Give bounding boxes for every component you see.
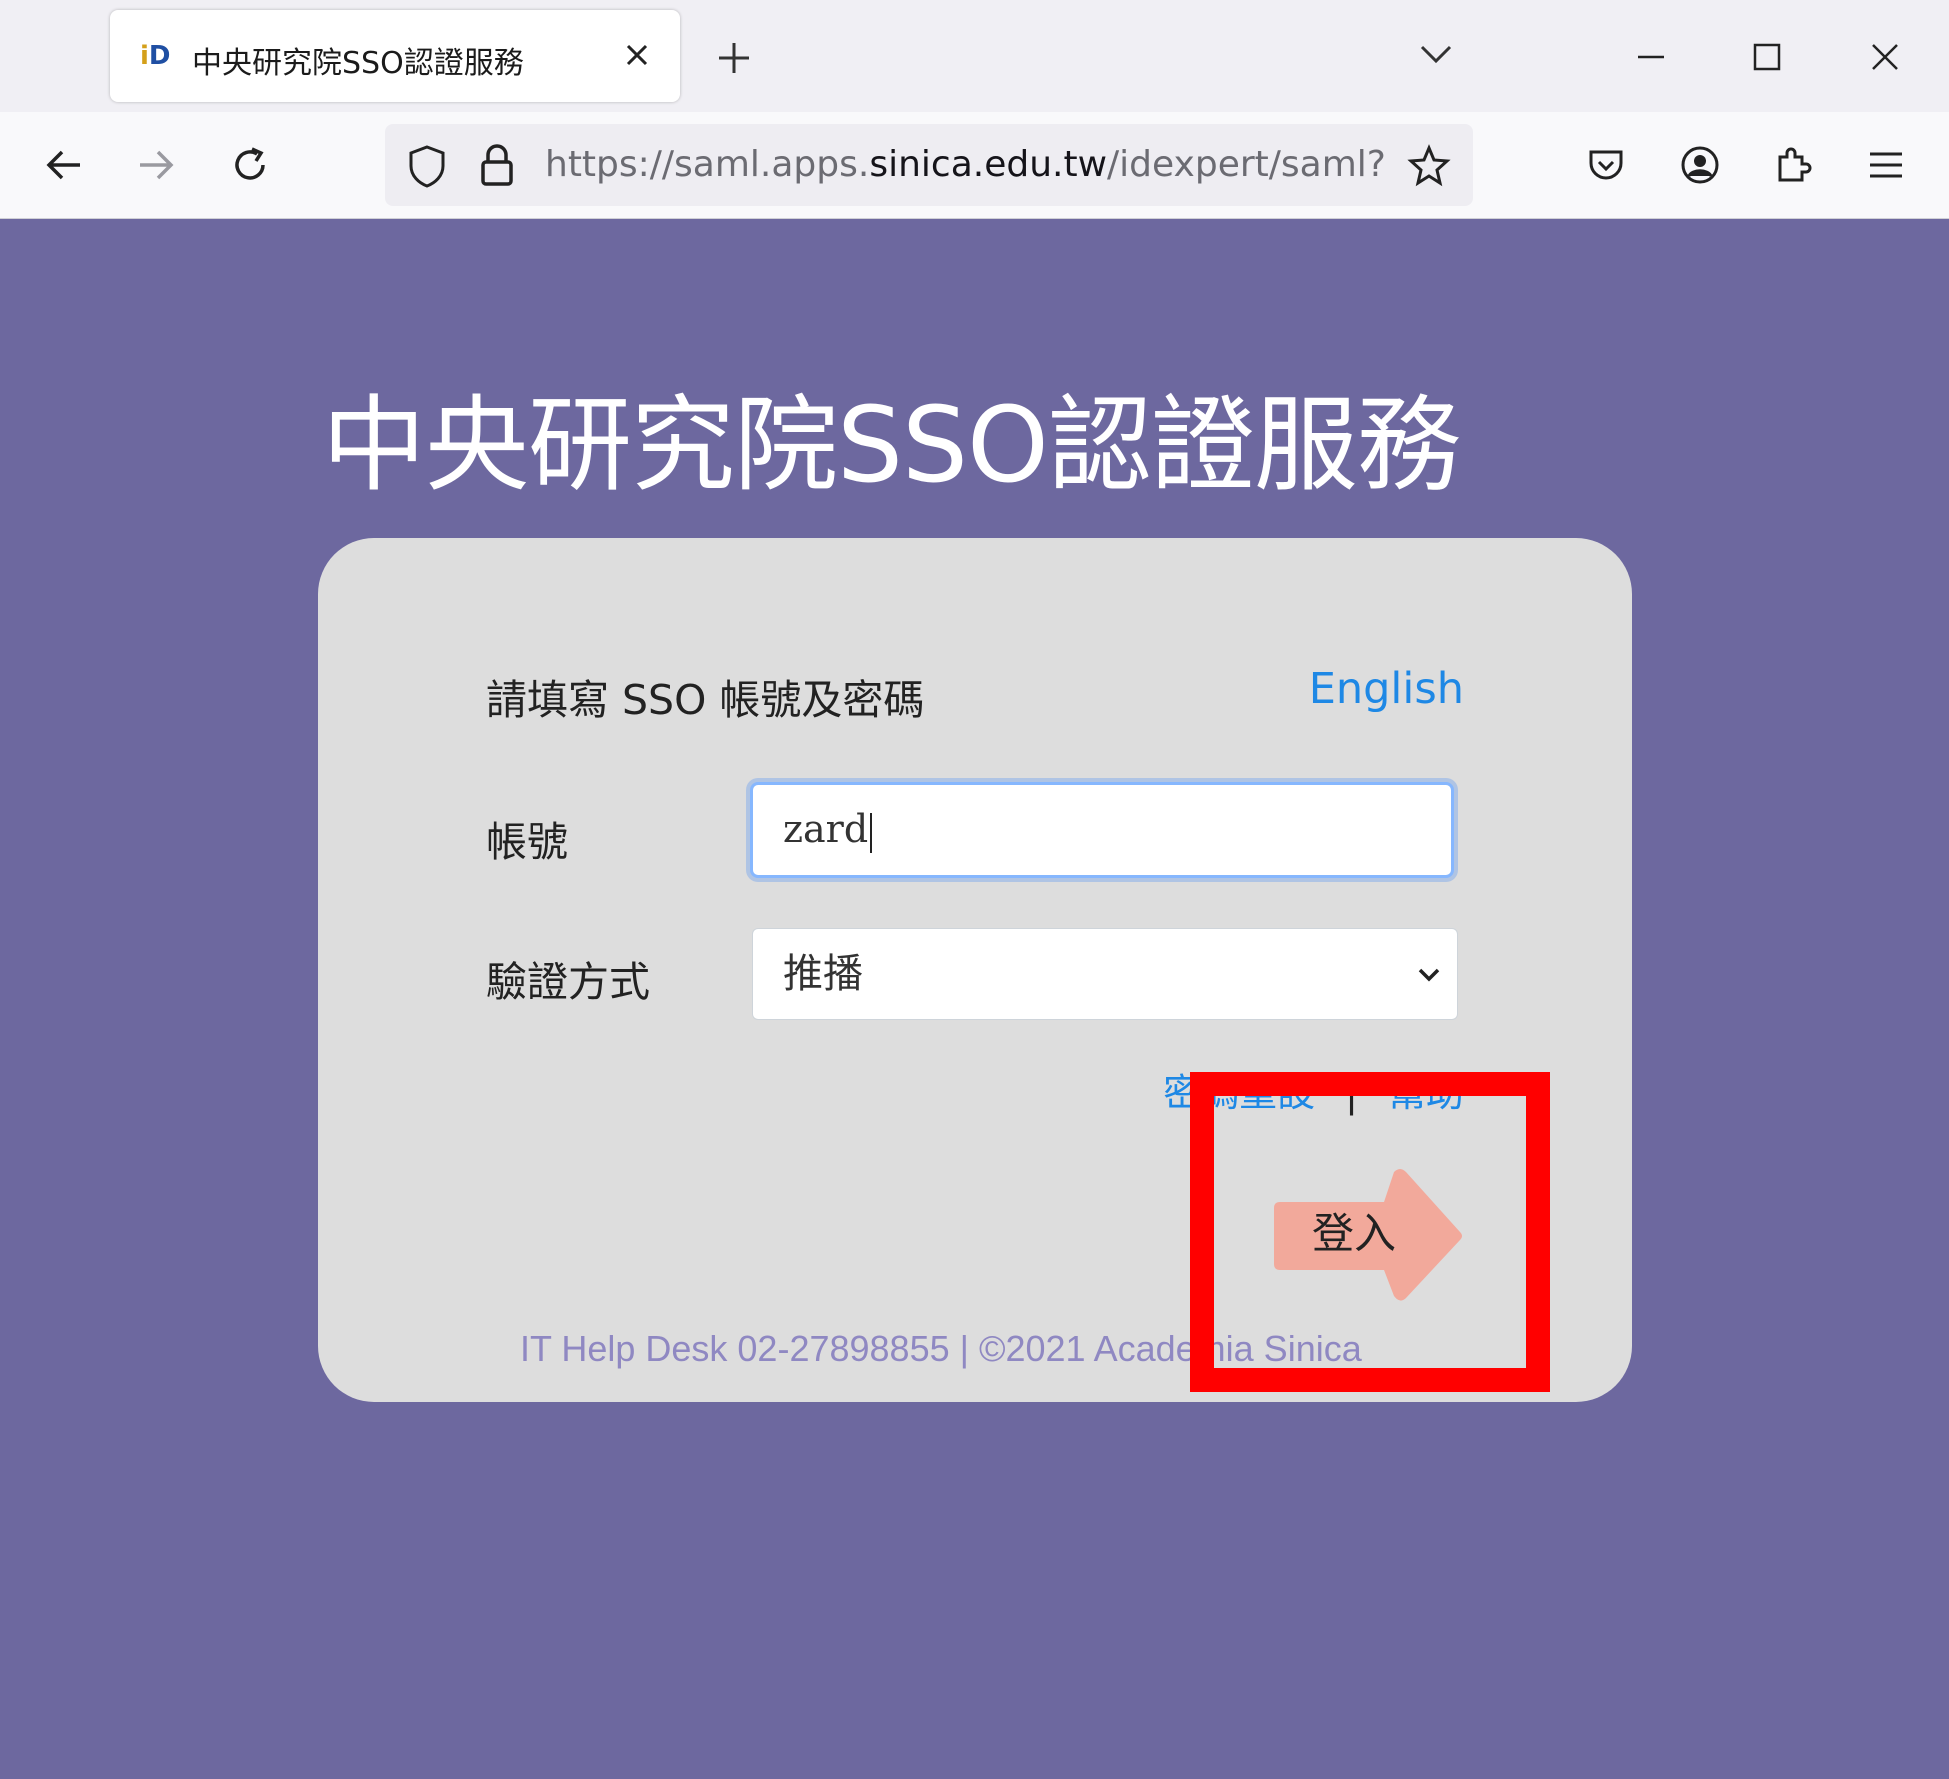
- chevron-down-icon[interactable]: [1418, 42, 1454, 66]
- selected-method: 推播: [783, 951, 863, 997]
- window-close-icon[interactable]: [1870, 42, 1900, 72]
- account-label: 帳號: [486, 818, 568, 866]
- text-caret: [870, 812, 873, 853]
- maximize-icon[interactable]: [1752, 42, 1782, 72]
- minimize-icon[interactable]: [1636, 42, 1666, 72]
- tab-bar: iD 中央研究院SSO認證服務: [0, 0, 1949, 112]
- verification-method-select[interactable]: 推播: [752, 928, 1458, 1020]
- lock-icon[interactable]: [479, 142, 515, 188]
- close-tab-icon[interactable]: [622, 40, 652, 70]
- url-text[interactable]: https://saml.apps.sinica.edu.tw/idexpert…: [545, 142, 1385, 188]
- login-prompt: 請填寫 SSO 帳號及密碼: [486, 676, 925, 724]
- verification-method-label: 驗證方式: [486, 958, 650, 1006]
- browser-tab[interactable]: iD 中央研究院SSO認證服務: [110, 10, 680, 102]
- address-bar[interactable]: https://saml.apps.sinica.edu.tw/idexpert…: [385, 124, 1473, 206]
- reload-icon[interactable]: [230, 145, 270, 185]
- menu-icon[interactable]: [1866, 145, 1906, 185]
- navigation-bar: https://saml.apps.sinica.edu.tw/idexpert…: [0, 112, 1949, 219]
- chevron-down-icon: [1418, 968, 1440, 982]
- back-arrow-icon[interactable]: [44, 145, 84, 185]
- bookmark-star-icon[interactable]: [1407, 144, 1451, 188]
- account-icon[interactable]: [1680, 145, 1720, 185]
- new-tab-icon[interactable]: [716, 40, 752, 76]
- tab-title: 中央研究院SSO認證服務: [192, 46, 524, 81]
- site-favicon-icon: iD: [140, 41, 171, 71]
- account-input[interactable]: zard: [750, 782, 1454, 878]
- extensions-icon[interactable]: [1774, 143, 1814, 183]
- forward-arrow-icon[interactable]: [136, 145, 176, 185]
- pocket-icon[interactable]: [1586, 145, 1626, 185]
- highlight-box: [1190, 1072, 1550, 1392]
- shield-icon[interactable]: [407, 144, 447, 188]
- english-language-link[interactable]: English: [1309, 664, 1464, 714]
- page-title: 中央研究院SSO認證服務: [322, 384, 1461, 506]
